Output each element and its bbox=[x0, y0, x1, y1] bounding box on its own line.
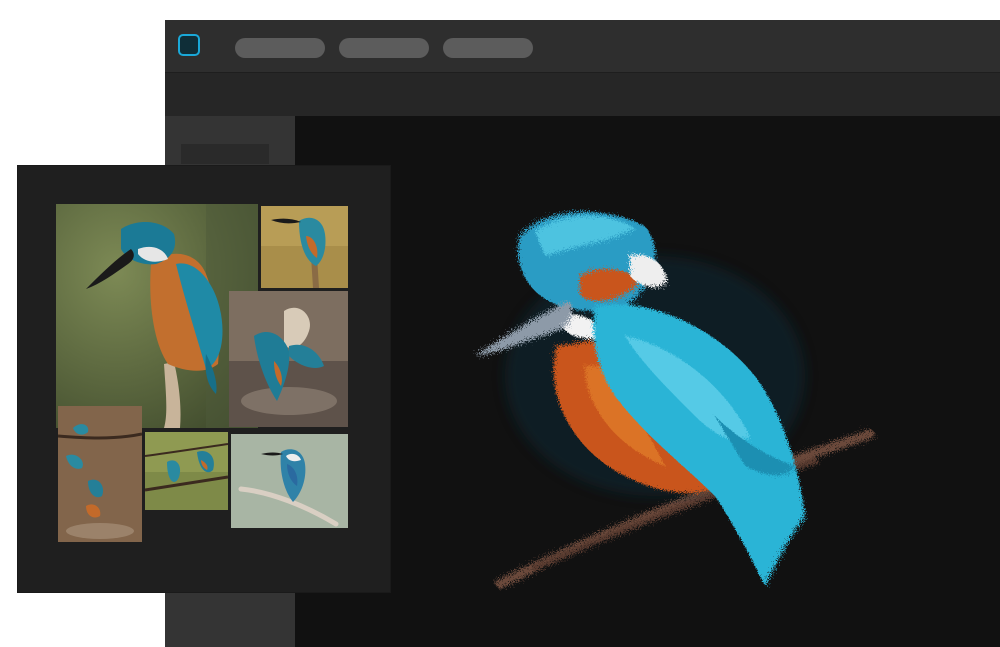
kingfisher-perched-photo[interactable] bbox=[56, 204, 258, 428]
menu-pill-2[interactable] bbox=[339, 38, 429, 58]
kingfisher-painting bbox=[475, 212, 875, 589]
menu-pill-1[interactable] bbox=[235, 38, 325, 58]
app-logo-icon[interactable] bbox=[178, 34, 200, 56]
menu-pill-3[interactable] bbox=[443, 38, 533, 58]
kingfisher-splash-photo[interactable] bbox=[229, 291, 348, 427]
sidebar-item[interactable] bbox=[181, 144, 269, 164]
title-bar bbox=[165, 20, 1000, 72]
kingfisher-pair-photo[interactable] bbox=[145, 432, 228, 510]
reference-board bbox=[18, 166, 390, 592]
painting-canvas[interactable] bbox=[295, 116, 1000, 647]
toolbar bbox=[165, 72, 1000, 117]
kingfisher-branch-photo[interactable] bbox=[231, 434, 348, 528]
kingfisher-on-stick-photo[interactable] bbox=[261, 206, 348, 288]
kingfisher-sequence-photo[interactable] bbox=[58, 406, 142, 542]
